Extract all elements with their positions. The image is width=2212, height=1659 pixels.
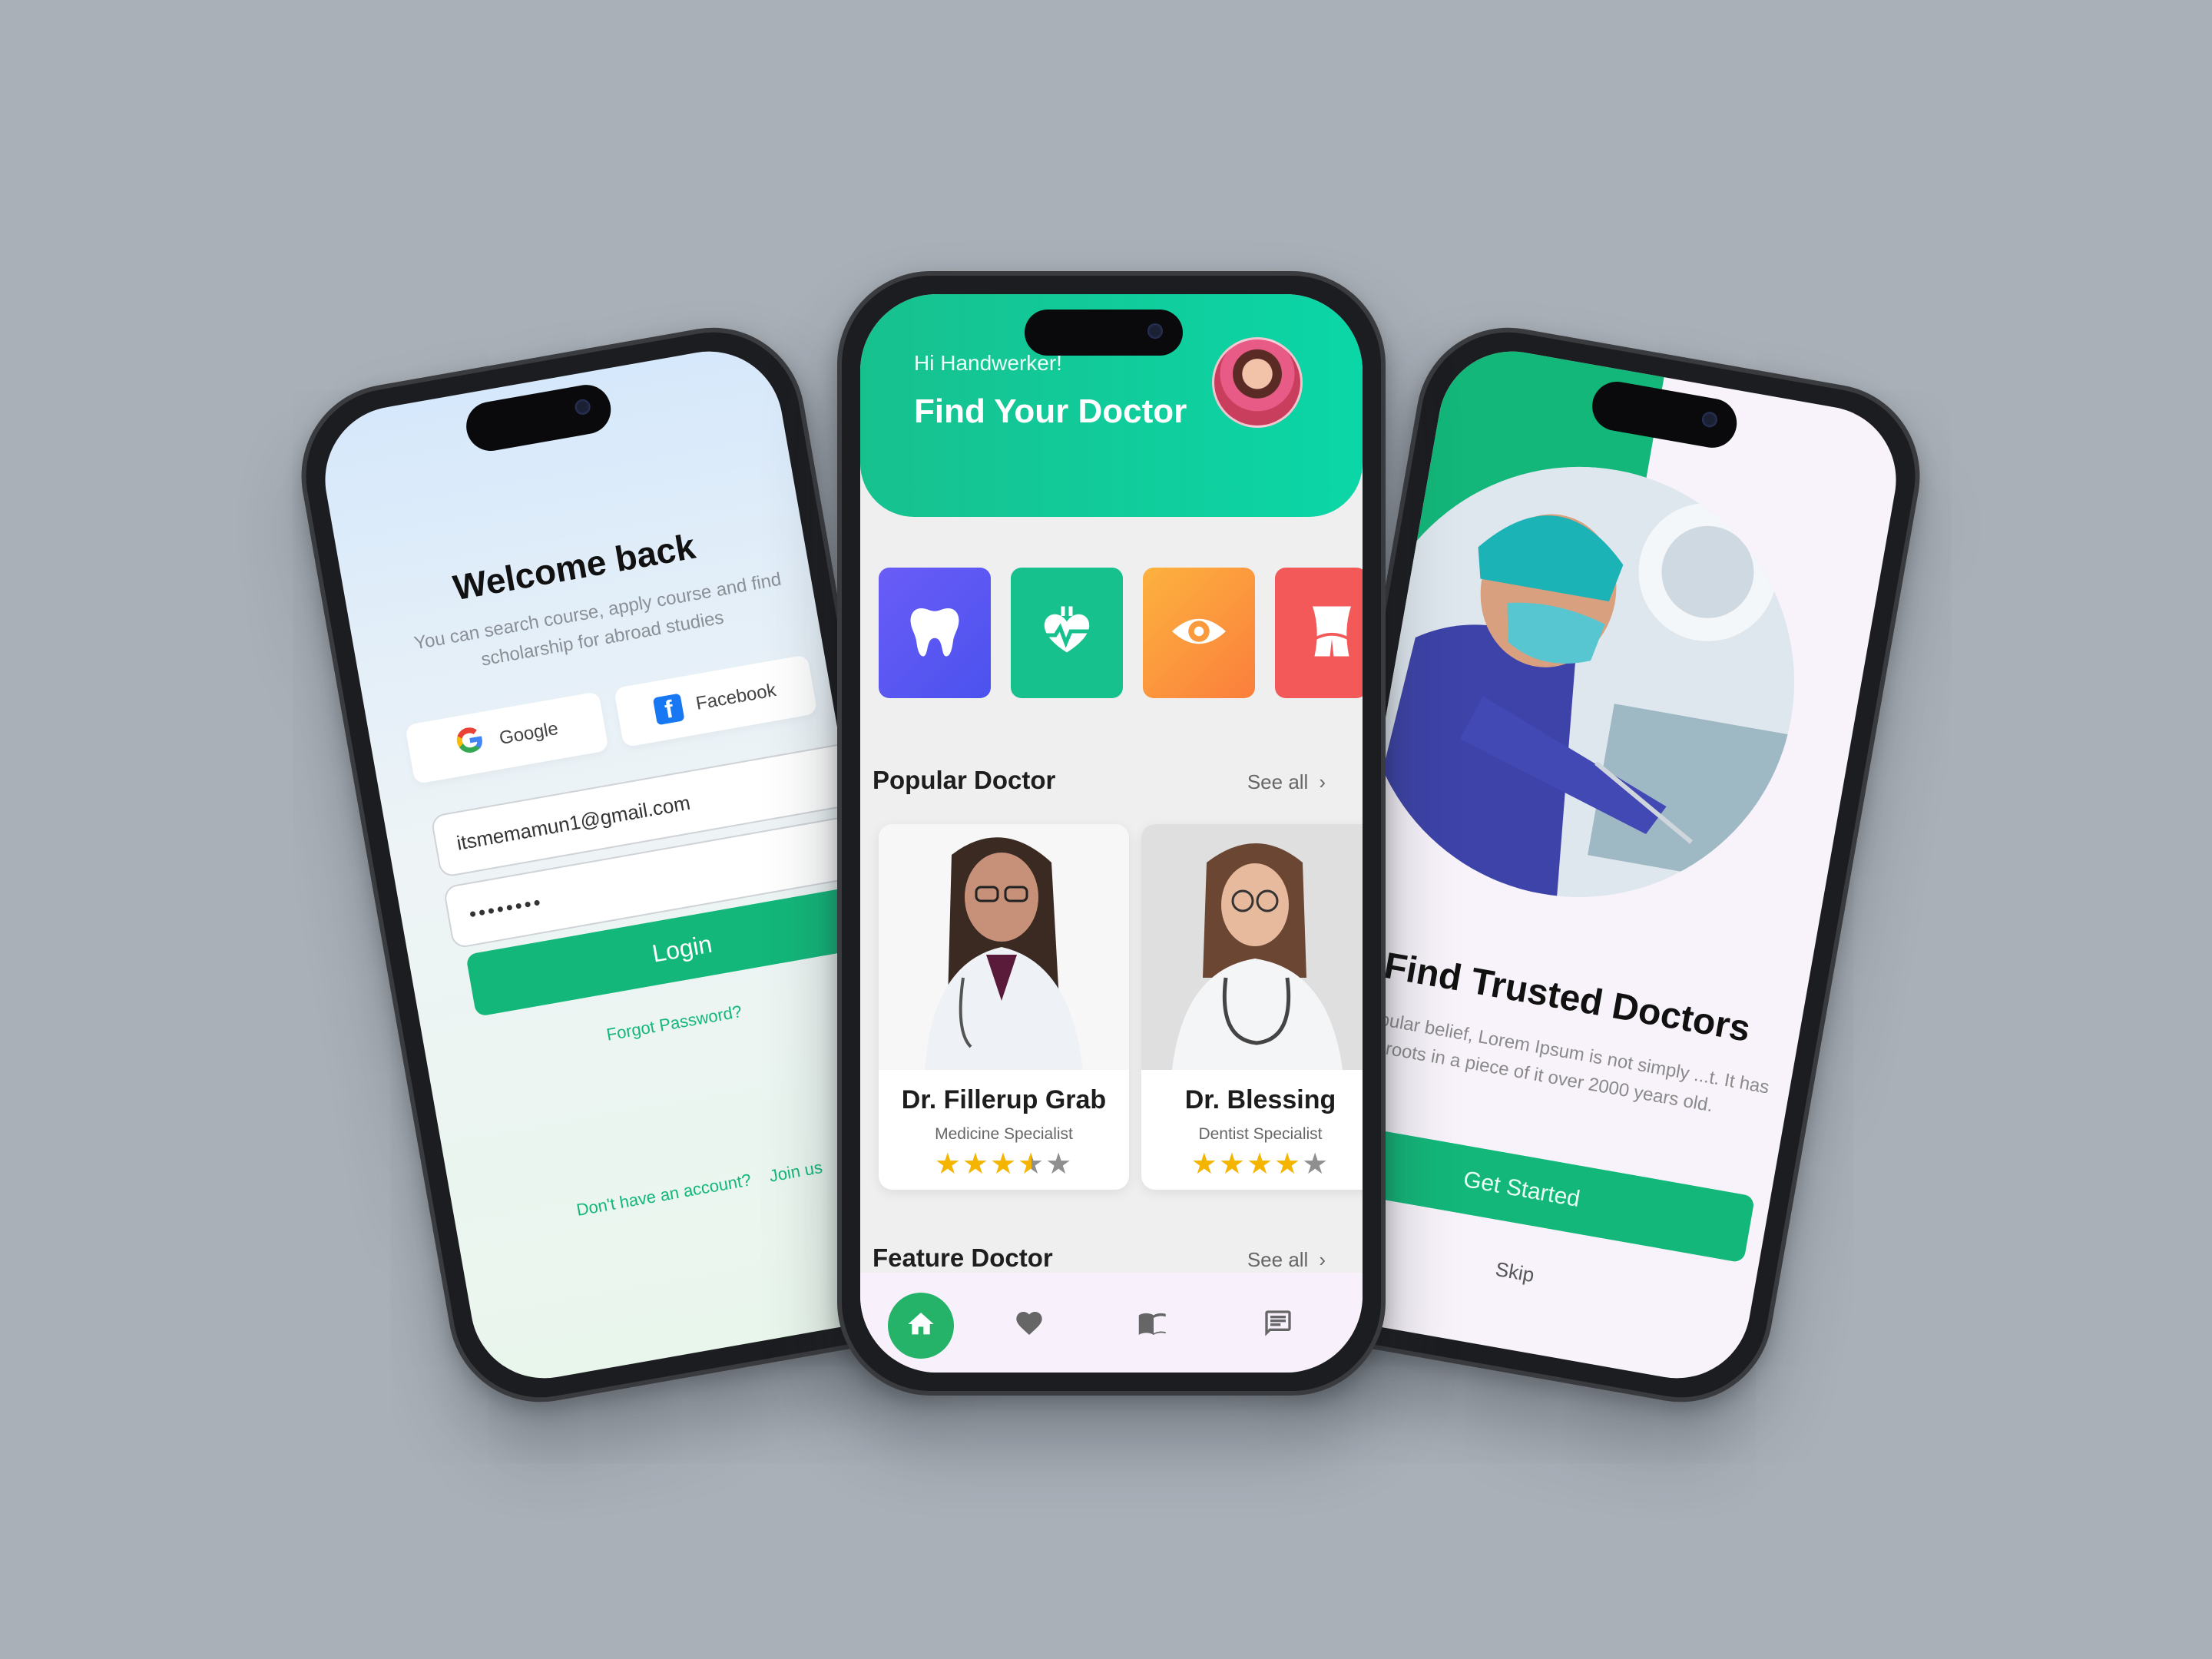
chevron-right-icon: › bbox=[1319, 770, 1326, 793]
see-all-feature-link[interactable]: See all › bbox=[1247, 1248, 1326, 1272]
doctor-name: Dr. Fillerup Grab bbox=[901, 1085, 1107, 1114]
see-all-label: See all bbox=[1247, 1248, 1309, 1271]
greeting-text: Hi Handwerker! bbox=[914, 351, 1062, 375]
star-icon: ★ bbox=[962, 1148, 990, 1181]
feature-doctor-title: Feature Doctor bbox=[873, 1243, 1053, 1272]
bottom-nav bbox=[860, 1273, 1363, 1373]
see-all-label: See all bbox=[1247, 770, 1309, 793]
heart-icon bbox=[1014, 1308, 1045, 1343]
book-icon bbox=[1137, 1307, 1170, 1343]
nav-messages-button[interactable] bbox=[1261, 1308, 1295, 1342]
popular-doctor-title: Popular Doctor bbox=[873, 766, 1056, 794]
tooth-icon bbox=[904, 601, 965, 666]
star-icon: ★ bbox=[1302, 1148, 1330, 1181]
home-icon bbox=[906, 1309, 936, 1343]
doctor-specialty: Dentist Specialist bbox=[1198, 1125, 1323, 1143]
star-icon: ★ bbox=[1218, 1148, 1247, 1181]
google-icon bbox=[452, 723, 489, 766]
star-icon: ★ bbox=[989, 1148, 1018, 1181]
avatar[interactable] bbox=[1212, 337, 1303, 428]
category-cardiology[interactable] bbox=[1011, 568, 1123, 698]
star-icon: ★ bbox=[1246, 1148, 1275, 1181]
category-body[interactable] bbox=[1275, 568, 1363, 698]
chevron-right-icon: › bbox=[1319, 1248, 1326, 1271]
facebook-icon: f bbox=[653, 693, 685, 726]
home-screen: Hi Handwerker! Find Your Doctor Popular … bbox=[860, 294, 1363, 1373]
nav-home-button[interactable] bbox=[888, 1293, 954, 1359]
body-icon bbox=[1301, 601, 1363, 666]
facebook-login-button[interactable]: f Facebook bbox=[613, 654, 818, 748]
mockup-stage: Welcome back You can search course, appl… bbox=[0, 0, 2212, 1659]
headline-text: Find Your Doctor bbox=[914, 392, 1187, 430]
star-icon: ★ bbox=[1190, 1148, 1219, 1181]
dynamic-island bbox=[1025, 310, 1183, 356]
doctor-name: Dr. Blessing bbox=[1184, 1085, 1336, 1114]
surgeon-photo bbox=[1330, 432, 1829, 932]
google-label: Google bbox=[497, 718, 560, 750]
chat-icon bbox=[1263, 1308, 1293, 1343]
rating-stars: ★★★★★ bbox=[1141, 1147, 1363, 1181]
category-eye[interactable] bbox=[1143, 568, 1255, 698]
doctor-photo bbox=[879, 824, 1129, 1070]
no-account-text: Don't have an account? bbox=[575, 1170, 753, 1220]
eye-icon bbox=[1168, 601, 1230, 666]
star-icon: ★ bbox=[1274, 1148, 1303, 1181]
doctor-specialty: Medicine Specialist bbox=[935, 1125, 1073, 1143]
nav-articles-button[interactable] bbox=[1137, 1308, 1171, 1342]
see-all-popular-link[interactable]: See all › bbox=[1247, 770, 1326, 794]
star-icon: ★ bbox=[934, 1148, 962, 1181]
star-icon: ★ bbox=[1018, 1148, 1046, 1181]
heart-pulse-icon bbox=[1036, 601, 1098, 666]
google-login-button[interactable]: Google bbox=[405, 690, 609, 785]
rating-stars: ★★★★★ bbox=[879, 1147, 1129, 1181]
category-dental[interactable] bbox=[879, 568, 991, 698]
nav-favorites-button[interactable] bbox=[1012, 1308, 1046, 1342]
doctor-card[interactable]: Dr. Fillerup Grab Medicine Specialist ★★… bbox=[879, 824, 1129, 1190]
facebook-label: Facebook bbox=[694, 680, 778, 714]
doctor-card[interactable]: Dr. Blessing Dentist Specialist ★★★★★ bbox=[1141, 824, 1363, 1190]
doctor-photo bbox=[1141, 824, 1363, 1070]
star-icon: ★ bbox=[1045, 1148, 1074, 1181]
phone-home: Hi Handwerker! Find Your Doctor Popular … bbox=[837, 271, 1386, 1396]
join-us-link[interactable]: Join us bbox=[768, 1157, 824, 1186]
